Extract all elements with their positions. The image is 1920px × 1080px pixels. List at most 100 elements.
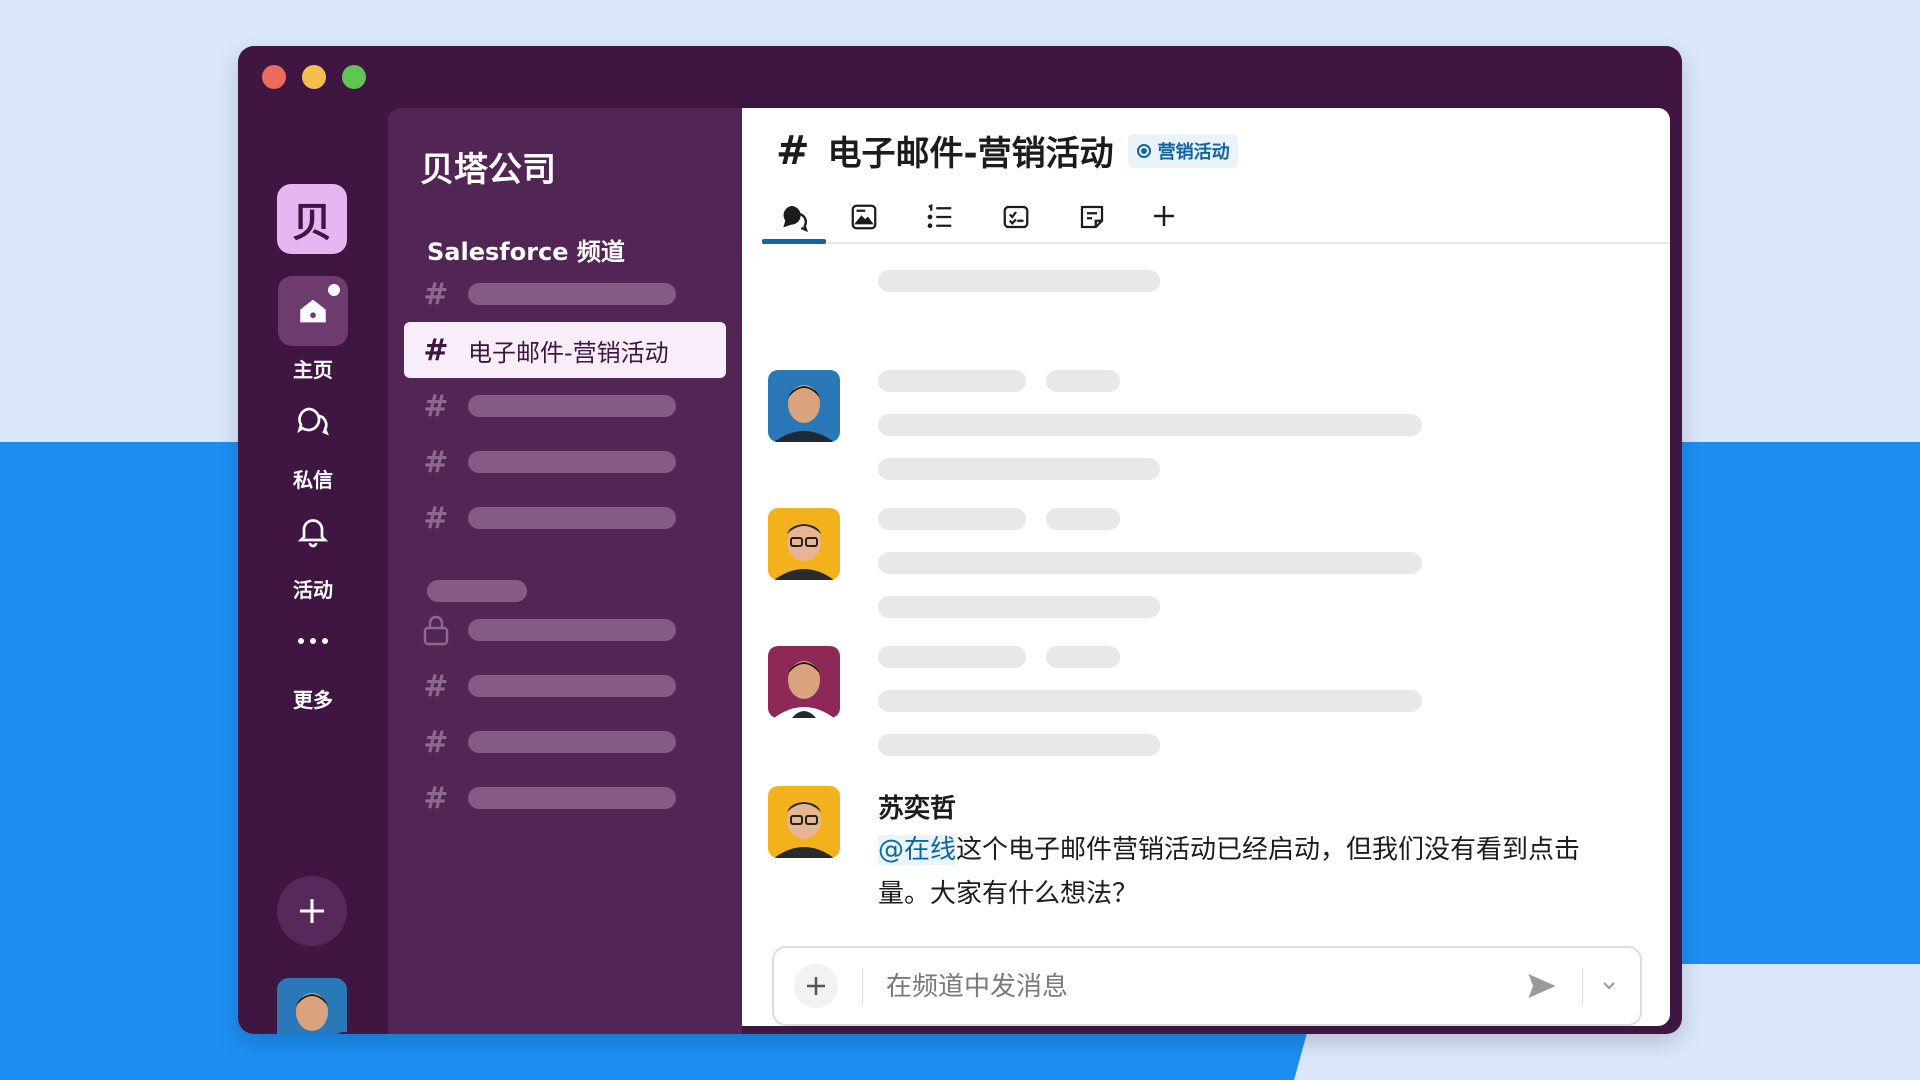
message-input[interactable]: [884, 966, 1488, 1008]
target-icon: [1136, 143, 1151, 158]
message-composer: [772, 946, 1642, 1026]
plus-icon: [807, 977, 825, 995]
tab-canvas[interactable]: [832, 194, 896, 242]
avatar[interactable]: [768, 646, 840, 718]
rail-item-more[interactable]: 更多: [238, 606, 388, 713]
channel-item[interactable]: #: [404, 658, 726, 714]
message-placeholder: [878, 734, 1160, 756]
dm-icon: [297, 407, 329, 436]
channel-placeholder: [468, 619, 676, 641]
time-placeholder: [1046, 370, 1120, 392]
message-placeholder: [878, 690, 1422, 712]
tab-messages[interactable]: [762, 194, 826, 244]
channel-pane: # 电子邮件-营销活动 营销活动 苏奕哲 @在线这个电子邮件营销活动已经启动，但…: [742, 108, 1670, 1026]
close-window-button[interactable]: [262, 65, 286, 89]
name-placeholder: [878, 508, 1026, 530]
plus-icon: [1154, 206, 1174, 226]
user-avatar[interactable]: [277, 978, 347, 1034]
channel-placeholder: [468, 731, 676, 753]
channel-name: 电子邮件-营销活动: [468, 338, 669, 367]
attach-button[interactable]: [794, 964, 838, 1008]
person-avatar-icon: [768, 646, 840, 718]
chat-bubble-icon: [783, 206, 808, 233]
message-placeholder: [878, 458, 1160, 480]
hash-icon: #: [423, 668, 449, 704]
channel-sidebar: 贝塔公司 Salesforce 频道 # # 电子邮件-营销活动 # # # #…: [388, 108, 742, 1034]
person-avatar-icon: [768, 370, 840, 442]
unread-badge: [326, 282, 342, 298]
section-placeholder: [427, 580, 527, 602]
divider: [862, 968, 863, 1004]
canvas-icon: [851, 204, 877, 230]
hash-icon: #: [423, 780, 449, 816]
channel-tag-label: 营销活动: [1157, 141, 1230, 163]
rail-label-activity: 活动: [293, 578, 333, 602]
message-placeholder: [878, 552, 1422, 574]
channel-item[interactable]: #: [404, 378, 726, 434]
avatar[interactable]: [768, 370, 840, 442]
channel-title[interactable]: 电子邮件-营销活动: [828, 126, 1114, 175]
workflow-icon: [1003, 205, 1029, 229]
channel-placeholder: [468, 395, 676, 417]
section-title[interactable]: Salesforce 频道: [427, 232, 625, 267]
channel-placeholder: [468, 675, 676, 697]
zoom-window-button[interactable]: [342, 65, 366, 89]
message-placeholder: [878, 270, 1160, 292]
name-placeholder: [878, 646, 1026, 668]
channel-tag[interactable]: 营销活动: [1127, 133, 1238, 168]
channel-item[interactable]: #: [404, 490, 726, 546]
person-avatar-icon: [768, 786, 840, 858]
note-icon: [1080, 205, 1104, 229]
person-avatar-icon: [277, 978, 347, 1034]
rail-item-activity[interactable]: 活动: [238, 496, 388, 603]
channel-placeholder: [468, 451, 676, 473]
send-options-button[interactable]: [1594, 970, 1624, 1000]
window-controls: [262, 65, 366, 89]
channel-item-private[interactable]: [404, 602, 726, 658]
channel-tabs: [762, 194, 1670, 244]
divider: [1582, 968, 1583, 1004]
channel-item-active[interactable]: # 电子邮件-营销活动: [404, 322, 726, 378]
lock-icon: [404, 614, 468, 646]
rail-item-home[interactable]: 主页: [238, 276, 388, 383]
tab-add[interactable]: [1132, 194, 1196, 242]
send-icon: [1528, 974, 1556, 998]
hash-icon: #: [776, 127, 810, 174]
message-placeholder: [878, 414, 1422, 436]
hash-icon: #: [423, 500, 449, 536]
channel-item[interactable]: #: [404, 714, 726, 770]
minimize-window-button[interactable]: [302, 65, 326, 89]
message-avatar[interactable]: [768, 786, 840, 858]
channel-placeholder: [468, 283, 676, 305]
create-button[interactable]: [277, 876, 347, 946]
workspace-rail: 贝 主页 私信 活动 更多: [238, 108, 388, 1034]
bell-icon: [297, 519, 329, 548]
channel-item[interactable]: #: [404, 434, 726, 490]
channel-placeholder: [468, 787, 676, 809]
workspace-name[interactable]: 贝塔公司: [420, 142, 556, 191]
send-button[interactable]: [1524, 968, 1564, 1004]
rail-item-dms[interactable]: 私信: [238, 386, 388, 493]
tab-workflow[interactable]: [984, 194, 1048, 242]
rail-label-dms: 私信: [293, 468, 333, 492]
message-author[interactable]: 苏奕哲: [878, 788, 956, 825]
avatar[interactable]: [768, 508, 840, 580]
hash-icon: #: [423, 388, 449, 424]
list-icon: [927, 203, 952, 229]
message-body: 这个电子邮件营销活动已经启动，但我们没有看到点击量。大家有什么想法？: [878, 835, 1581, 909]
app-window: 贝 主页 私信 活动 更多 贝塔公司 Salesforce 频道 # # 电子邮…: [238, 46, 1682, 1034]
more-icon: [298, 638, 328, 644]
person-avatar-icon: [768, 508, 840, 580]
channel-header: # 电子邮件-营销活动 营销活动: [776, 126, 1238, 175]
time-placeholder: [1046, 646, 1120, 668]
workspace-logo[interactable]: 贝: [277, 184, 347, 254]
channel-item[interactable]: #: [404, 266, 726, 322]
tab-list[interactable]: [908, 194, 972, 242]
tab-notes[interactable]: [1060, 194, 1124, 242]
message-placeholder: [878, 596, 1160, 618]
rail-label-home: 主页: [293, 358, 333, 382]
mention-tag[interactable]: @在线: [878, 835, 957, 865]
channel-item[interactable]: #: [404, 770, 726, 826]
hash-icon: #: [423, 724, 449, 760]
hash-icon: #: [423, 276, 449, 312]
